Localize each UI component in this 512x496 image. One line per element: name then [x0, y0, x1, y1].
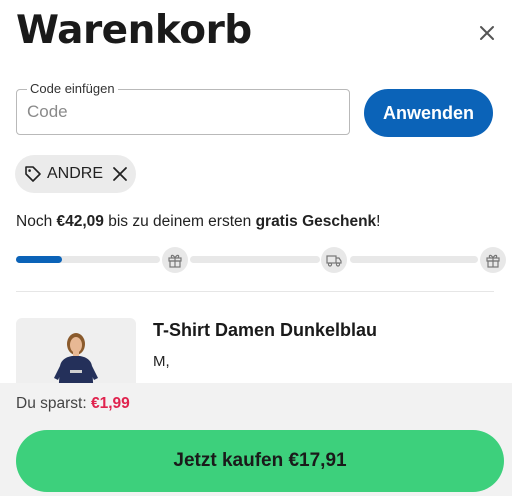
gift-icon [168, 254, 182, 268]
progress-track [190, 256, 320, 263]
milestone-shipping [321, 247, 347, 273]
applied-code-label: ANDRE [47, 165, 104, 182]
truck-icon [326, 255, 342, 267]
divider [16, 291, 494, 292]
milestone-gift [162, 247, 188, 273]
gift-icon [486, 254, 500, 268]
close-button[interactable] [474, 20, 500, 46]
code-field-label: Code einfügen [27, 81, 118, 96]
remaining-amount: €42,09 [56, 213, 104, 230]
savings-text: Du sparst: €1,99 [16, 395, 130, 412]
applied-code-chip: ANDRE [15, 155, 136, 193]
close-icon [480, 26, 494, 40]
code-input[interactable] [27, 100, 327, 124]
savings-amount: €1,99 [90, 395, 130, 412]
milestone-gift [480, 247, 506, 273]
product-name[interactable]: T-Shirt Damen Dunkelblau [153, 320, 377, 341]
progress-fill [16, 256, 62, 263]
progress-message: Noch €42,09 bis zu deinem ersten gratis … [16, 213, 381, 230]
page-title: Warenkorb [16, 8, 252, 53]
gift-goal: gratis Geschenk [255, 213, 377, 230]
product-variant: M, [153, 353, 170, 370]
buy-now-button[interactable]: Jetzt kaufen €17,91 [16, 430, 504, 492]
apply-button[interactable]: Anwenden [364, 89, 493, 137]
progress-track [350, 256, 478, 263]
tag-icon [25, 166, 41, 182]
remove-code-icon[interactable] [111, 165, 129, 183]
code-field[interactable]: Code einfügen [16, 81, 350, 135]
